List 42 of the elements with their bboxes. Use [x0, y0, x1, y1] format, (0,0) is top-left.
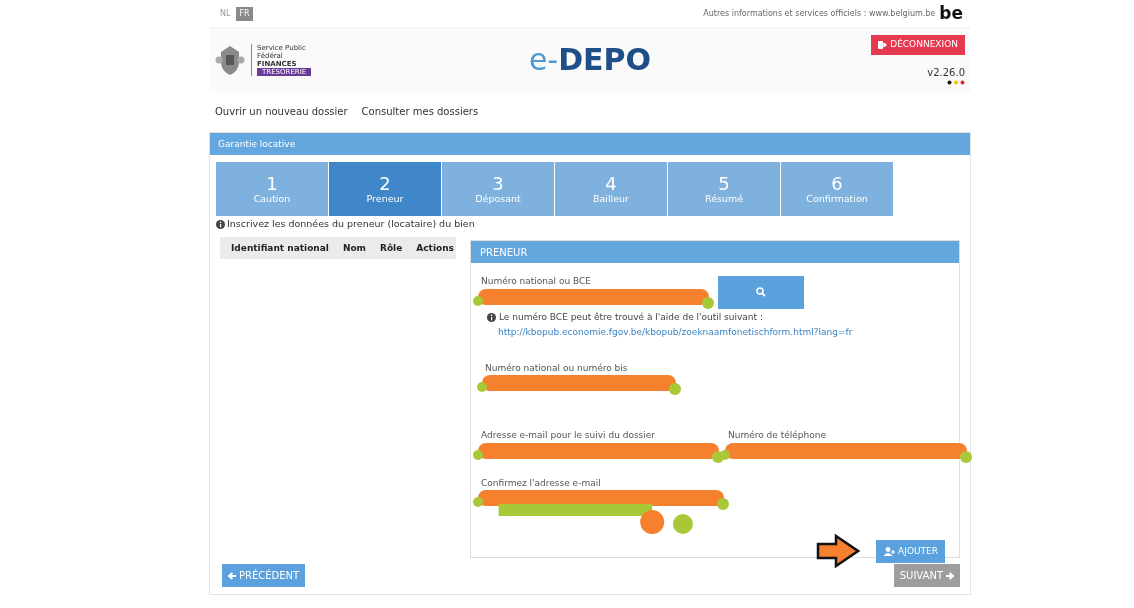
- version-text: v2.26.0: [927, 65, 965, 80]
- previous-button[interactable]: PRÉCÉDENT: [222, 564, 306, 588]
- language-tab[interactable]: NL: [217, 6, 234, 21]
- logout-button[interactable]: DÉCONNEXION: [871, 35, 965, 55]
- arrow-right-icon: [945, 571, 954, 580]
- user-add-icon: [883, 546, 896, 556]
- field-label: Numéro national ou numéro bis: [485, 361, 629, 375]
- pointer-arrow-icon: [816, 534, 861, 569]
- search-icon: [756, 287, 766, 298]
- instruction-text: Inscrivez les données du preneur (locataire) du bien: [227, 217, 475, 231]
- card-header: Garantie locative: [210, 133, 970, 155]
- info-icon: [487, 313, 496, 322]
- flag-dots-icon: [947, 79, 965, 85]
- coat-of-arms-icon: [215, 44, 245, 76]
- language-tab[interactable]: FR: [236, 6, 253, 21]
- panel-header: PRENEUR: [471, 241, 959, 264]
- nav-link[interactable]: Consulter mes dossiers: [361, 104, 479, 132]
- wizard-step[interactable]: 4 Bailleur: [555, 162, 667, 216]
- app-title: e-DEPO: [528, 42, 652, 77]
- field-label: Numéro national ou BCE: [481, 275, 592, 289]
- column-header: Nom: [342, 241, 366, 255]
- info-text: Autres informations et services officiels : www.belgium.be: [703, 7, 936, 20]
- column-header: Actions: [416, 241, 454, 255]
- wizard-step[interactable]: 2 Preneur: [329, 162, 441, 216]
- wizard-step[interactable]: 5 Résumé: [668, 162, 780, 216]
- help-text: Le numéro BCE peut être trouvé à l'aide de l'outil suivant :: [499, 310, 763, 324]
- column-header: Identifiant national: [231, 241, 329, 255]
- info-icon: [216, 219, 225, 229]
- wizard-step[interactable]: 1 Caution: [216, 162, 328, 216]
- wizard-step[interactable]: 6 Confirmation: [781, 162, 893, 216]
- logo-text: be: [939, 5, 963, 22]
- help-link[interactable]: http://kbopub.economie.fgov.be/kbopub/zoeknaamfonetischform.html?lang=fr: [498, 327, 853, 338]
- field-label: Confirmez l'adresse e-mail: [481, 476, 602, 490]
- search-button[interactable]: [718, 275, 804, 309]
- wizard-step[interactable]: 3 Déposant: [442, 162, 554, 216]
- logout-icon: [878, 41, 888, 49]
- arrow-left-icon: [228, 571, 237, 580]
- field-label: Adresse e-mail pour le suivi du dossier: [481, 429, 657, 443]
- field-label: Numéro de téléphone: [728, 429, 827, 443]
- column-header: Rôle: [380, 241, 403, 255]
- nav-link[interactable]: Ouvrir un nouveau dossier: [215, 104, 348, 132]
- add-button[interactable]: AJOUTER: [876, 539, 945, 563]
